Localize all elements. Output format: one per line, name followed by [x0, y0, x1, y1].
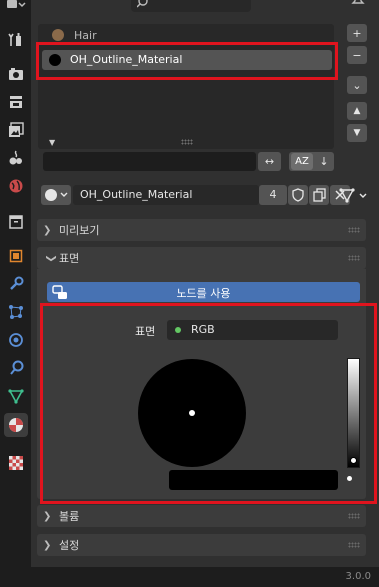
render-tab-icon[interactable]	[4, 62, 28, 86]
fake-user-button[interactable]	[288, 185, 308, 205]
chevron-right-icon: ❯	[43, 510, 52, 522]
tool-tab-icon[interactable]	[4, 28, 28, 52]
panel-drag-grip[interactable]	[348, 227, 360, 233]
properties-header	[31, 0, 379, 16]
mesh-data-icon	[339, 188, 355, 203]
use-nodes-button[interactable]: 노드를 사용	[47, 282, 360, 302]
add-slot-button[interactable]: +	[347, 24, 367, 42]
editor-type-button[interactable]	[4, 0, 28, 12]
use-nodes-label: 노드를 사용	[176, 287, 231, 300]
output-tab-icon[interactable]	[4, 90, 28, 114]
material-slot-item[interactable]: Hair	[42, 26, 332, 42]
material-preview-icon	[52, 29, 64, 41]
material-slot-label: Hair	[74, 29, 97, 42]
surface-panel-header[interactable]: ❯ 표면	[37, 247, 366, 269]
material-tab-icon[interactable]	[4, 413, 28, 437]
texture-tab-icon[interactable]	[4, 451, 28, 475]
filter-invert-button[interactable]: ↔	[258, 152, 281, 171]
chevron-down-icon	[359, 193, 367, 198]
panel-title: 설정	[59, 539, 80, 552]
object-data-tab-icon[interactable]	[4, 384, 28, 408]
properties-search-field[interactable]	[131, 0, 251, 12]
highlight-box-material-slot	[36, 42, 338, 80]
particles-tab-icon[interactable]	[4, 300, 28, 324]
chevron-right-icon: ❯	[43, 539, 52, 551]
browse-material-button[interactable]	[41, 185, 71, 205]
material-sphere-icon	[45, 189, 57, 201]
chevron-down-icon	[60, 192, 68, 197]
pin-icon[interactable]	[351, 0, 367, 10]
panel-drag-grip[interactable]	[348, 513, 360, 519]
view-layer-tab-icon[interactable]	[4, 118, 28, 142]
material-users-count[interactable]: 4	[259, 185, 287, 205]
constraints-tab-icon[interactable]	[4, 356, 28, 380]
sort-alpha-button[interactable]: AZ	[291, 153, 313, 170]
shield-icon	[292, 188, 304, 202]
search-icon	[137, 0, 148, 8]
remove-slot-button[interactable]: −	[347, 46, 367, 64]
list-resize-grip[interactable]	[181, 139, 193, 145]
panel-title: 볼륨	[59, 510, 80, 523]
list-options-triangle-icon[interactable]: ▼	[49, 138, 55, 147]
collection-tab-icon[interactable]	[4, 210, 28, 234]
arrows-horizontal-icon: ↔	[264, 155, 275, 168]
move-slot-up-button[interactable]: ▲	[347, 102, 367, 120]
settings-panel-header[interactable]: ❯ 설정	[37, 534, 366, 556]
properties-tab-bar	[0, 0, 31, 587]
link-type-dropdown[interactable]	[335, 185, 371, 205]
copy-icon	[313, 188, 326, 202]
modifier-tab-icon[interactable]	[4, 272, 28, 296]
material-name-field[interactable]: OH_Outline_Material	[73, 185, 259, 205]
status-bar: 3.0.0	[0, 567, 379, 587]
volume-panel-header[interactable]: ❯ 볼륨	[37, 505, 366, 527]
preview-panel-header[interactable]: ❯ 미리보기	[37, 219, 366, 241]
list-filter-input[interactable]	[43, 152, 256, 171]
object-tab-icon[interactable]	[4, 244, 28, 268]
world-tab-icon[interactable]	[4, 174, 28, 198]
highlight-box-color-picker	[40, 303, 377, 504]
scene-tab-icon[interactable]	[4, 146, 28, 170]
panel-title: 표면	[59, 252, 80, 265]
slot-specials-button[interactable]: ⌄	[347, 76, 367, 94]
physics-tab-icon[interactable]	[4, 328, 28, 352]
duplicate-material-button[interactable]	[309, 185, 329, 205]
sort-reverse-button[interactable]: ↓	[316, 153, 332, 170]
panel-title: 미리보기	[59, 224, 100, 237]
material-name-text: OH_Outline_Material	[80, 188, 193, 201]
chevron-down-icon: ❯	[45, 253, 57, 263]
panel-drag-grip[interactable]	[348, 542, 360, 548]
version-label: 3.0.0	[345, 571, 371, 582]
move-slot-down-button[interactable]: ▼	[347, 124, 367, 142]
sort-buttons: AZ ↓	[289, 152, 334, 171]
panel-drag-grip[interactable]	[348, 255, 360, 261]
chevron-right-icon: ❯	[43, 224, 52, 236]
